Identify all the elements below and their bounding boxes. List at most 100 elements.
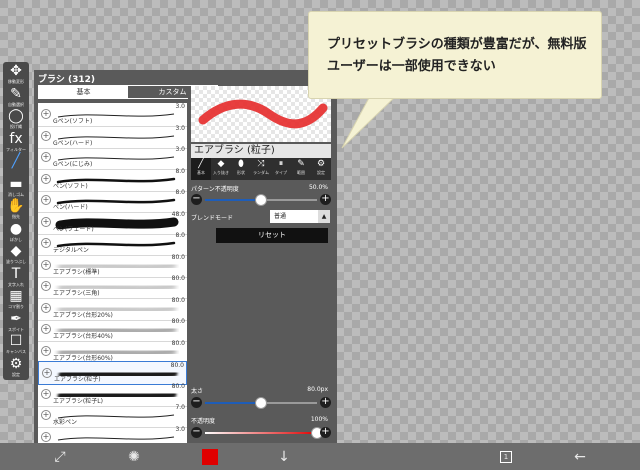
slider-knob[interactable] [255,194,267,206]
tab-basic[interactable]: 基本 [39,86,128,98]
tool-move-transform[interactable]: ✥ 移動変形 [3,64,29,88]
plus-button[interactable]: + [320,397,331,408]
brush-size: 80.0 [170,362,184,369]
add-brush-button[interactable]: + [41,259,51,270]
tool-blur[interactable]: ● ぼかし [3,220,29,246]
slider-knob[interactable] [255,397,267,409]
tool-settings[interactable]: ⚙ 設定 [3,356,29,381]
back-arrow-icon[interactable]: ← [570,447,590,467]
tool-canvas[interactable]: ☐ キャンバス [3,334,29,358]
size-value: 80.0px [307,386,328,393]
tool-text[interactable]: T 文字入れ [3,266,29,291]
tool-fill[interactable]: ◆ 塗りつぶし [3,244,29,268]
opacity-slider[interactable]: − + [191,427,331,439]
tool-label: キャンバス [6,349,26,354]
brush-item[interactable]: +8.0 デジタルペン [38,232,187,256]
pattern-opacity-label: パターン不透明度 [191,186,239,193]
add-brush-button[interactable]: + [41,431,51,442]
brush-item[interactable]: +80.0 エアブラシ(標準) [38,254,187,278]
add-brush-button[interactable]: + [41,130,51,141]
plus-button[interactable]: + [320,427,331,438]
add-brush-button[interactable]: + [41,195,51,205]
property-tab[interactable]: ⏸ タイプ [271,158,291,180]
property-tab[interactable]: ⬮ 形状 [231,158,251,180]
brush-item[interactable]: +80.0 エアブラシ(台形20%) [38,297,187,321]
move-transform-icon: ✥ [10,63,22,79]
color-swatch[interactable] [200,447,220,467]
brush-panel: ブラシ (312) 基本 カスタム +3.0 Gペン(ソフト) +3.0 Gペン(ハー… [34,70,337,443]
property-tab-label: 基本 [197,170,205,175]
plus-button[interactable]: + [320,194,331,205]
brush-item[interactable]: +3.0 Gペン(ソフト) [38,103,187,127]
auto-select-icon: ✎ [10,85,22,102]
property-tab[interactable]: ╱ 基本 [191,158,211,180]
property-tab[interactable]: ⚙ 設定 [311,158,331,180]
random-tab-icon: ⤨ [257,159,265,169]
add-brush-button[interactable]: + [41,216,51,227]
add-brush-button[interactable]: + [41,388,51,399]
transform-icon[interactable]: ⤢ [50,447,70,467]
property-tab[interactable]: ⤨ ランダム [251,158,271,180]
add-brush-button[interactable]: + [41,410,51,420]
add-brush-button[interactable]: + [41,302,51,313]
blend-mode-label: ブレンドモード [191,215,234,222]
tool-label: 塗りつぶし [5,259,27,264]
tool-label: ぼかし [10,236,22,242]
download-icon[interactable]: ↓ [274,447,294,467]
tool-frame-divider[interactable]: ▦ コマ割り [3,289,29,313]
add-brush-button[interactable]: + [41,281,51,291]
minus-button[interactable]: − [191,194,202,205]
property-tab[interactable]: ◆ 入り抜き [211,158,231,180]
add-brush-button[interactable]: + [41,109,51,119]
tool-label: 自動選択 [8,101,24,107]
tool-label: 文字入れ [8,281,24,287]
add-brush-button[interactable]: + [42,368,52,378]
add-brush-button[interactable]: + [41,345,51,356]
blend-mode-select[interactable]: 普通 ▲ [270,210,330,223]
pattern-opacity-value: 50.0% [308,184,328,191]
brush-item[interactable]: +80.0 エアブラシ(粒子) [38,361,187,385]
layers-icon[interactable]: 1 [496,447,516,467]
property-tab-label: タイプ [275,170,287,175]
brush-item[interactable]: +3.0 Gペン(にじみ) [38,146,187,170]
blur-icon: ● [9,220,23,237]
pattern-opacity-slider[interactable]: − + [191,194,331,206]
reset-button[interactable]: リセット [216,228,328,243]
lasso-icon: ◯ [8,108,24,124]
tool-eraser[interactable]: ▬ 消しゴム [3,176,29,201]
brush-item[interactable]: +48.0 ペン(フェード) [38,211,187,235]
property-tab[interactable]: ✎ 範囲 [291,158,311,180]
minus-button[interactable]: − [191,397,202,408]
brush-item[interactable]: +80.0 エアブラシ(粒子L) [38,383,187,407]
tool-auto-select[interactable]: ✎ 自動選択 [3,85,29,111]
tool-brush[interactable]: ╱ [3,154,29,178]
property-tab-label: 入り抜き [213,170,229,175]
brush-select-icon[interactable]: ✺ [124,447,144,467]
tool-label: 投げ縄 [10,124,22,129]
tool-eyedropper[interactable]: ✒ スポイト [3,311,29,336]
property-tab-label: 設定 [317,170,325,175]
brush-item[interactable]: +80.0 エアブラシ(台形40%) [38,318,187,342]
brush-item[interactable]: +8.0 ペン(ハード) [38,189,187,213]
range-tab-icon: ✎ [297,159,305,169]
brush-size: 8.0 [175,232,185,239]
add-brush-button[interactable]: + [41,173,51,184]
brush-item[interactable]: +3.0 Gペン(ハード) [38,125,187,149]
minus-button[interactable]: − [191,427,202,438]
tool-filter[interactable]: fx フィルター [3,131,29,156]
brush-item[interactable]: +7.0 水彩ペン [38,404,187,428]
panel-title: ブラシ (312) [38,75,95,85]
tool-smudge[interactable]: ✋ 指先 [3,199,29,223]
brush-item[interactable]: +8.0 ペン(ソフト) [38,168,187,192]
callout-bubble: プリセットブラシの種類が豊富だが、無料版ユーザーは一部使用できない [308,11,602,99]
tool-lasso[interactable]: ◯ 投げ縄 [3,109,29,133]
add-brush-button[interactable]: + [41,324,51,334]
property-tab-label: 範囲 [297,170,305,175]
add-brush-button[interactable]: + [41,238,51,248]
brush-item[interactable]: +80.0 エアブラシ(三角) [38,275,187,299]
brush-list[interactable]: +3.0 Gペン(ソフト) +3.0 Gペン(ハード) +3.0 Gペン(にじみ) +8.0… [38,103,187,443]
size-slider[interactable]: − + [191,397,331,409]
brush-item[interactable]: +80.0 エアブラシ(台形60%) [38,340,187,364]
brush-item[interactable]: +3.0 [38,426,187,444]
add-brush-button[interactable]: + [41,152,51,162]
